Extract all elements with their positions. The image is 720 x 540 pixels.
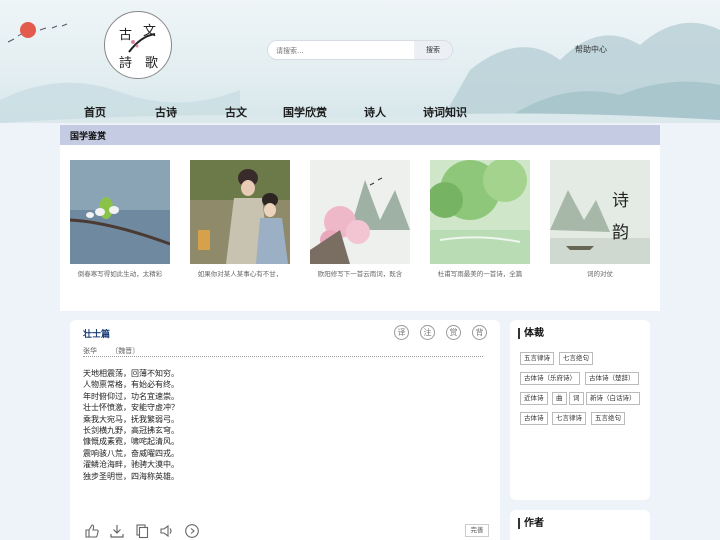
- site-header: 古 文 詩 歌 搜索 帮助中心 首页 古诗 古文 国学欣赏 诗人 诗词知识: [0, 0, 720, 123]
- article-caption[interactable]: 杜甫写雨最美的一首诗，全篇: [430, 268, 530, 278]
- poem-author[interactable]: 张华: [83, 347, 97, 355]
- nav-knowledge[interactable]: 诗词知识: [423, 104, 467, 120]
- poem-line: 慷慨成素霓，啸咤起清风。: [83, 437, 179, 447]
- download-icon[interactable]: [109, 523, 125, 539]
- article-thumbnail[interactable]: 诗 韵: [550, 160, 650, 264]
- poem-line: 壮士怀愤激，安能守虚冲？: [83, 403, 179, 413]
- panel-title: 国学鉴赏: [70, 132, 107, 142]
- genre-tag[interactable]: 古体诗（乐府诗）: [520, 372, 580, 385]
- article-caption[interactable]: 如果你对某人某事心有不甘，: [190, 268, 290, 278]
- recite-button[interactable]: 背: [472, 325, 487, 340]
- appreciate-button[interactable]: 赏: [446, 325, 461, 340]
- article-thumbnail[interactable]: [430, 160, 530, 264]
- poem-card: 壮士篇 译 注 赏 背 张华 〔魏晋〕 天地相震荡，回薄不知穷。 人物禀常格，有…: [70, 320, 500, 540]
- like-icon[interactable]: [84, 523, 100, 539]
- opera-figures-image: [190, 160, 290, 264]
- red-sun-decoration: [20, 22, 36, 38]
- genre-tag[interactable]: 五言律诗: [520, 352, 554, 365]
- article-caption[interactable]: 欧阳修写下一首云雨词，既含: [310, 268, 410, 278]
- article-thumbnail[interactable]: [190, 160, 290, 264]
- annotate-button[interactable]: 注: [420, 325, 435, 340]
- nav-poets[interactable]: 诗人: [364, 104, 386, 120]
- site-logo[interactable]: 古 文 詩 歌: [104, 11, 172, 79]
- brush-stroke-icon: [128, 33, 156, 53]
- translate-button[interactable]: 译: [394, 325, 409, 340]
- article-card[interactable]: 杜甫写雨最美的一首诗，全篇: [430, 160, 530, 278]
- search-button[interactable]: 搜索: [414, 41, 452, 59]
- poem-meta: 张华 〔魏晋〕: [83, 346, 139, 356]
- article-card[interactable]: 倒春寒写得如此生动，太精彩: [70, 160, 170, 278]
- image-overlay-text: 诗: [612, 191, 629, 211]
- play-icon[interactable]: [184, 523, 200, 539]
- image-overlay-text: 韵: [612, 223, 629, 243]
- genre-tag[interactable]: 七言绝句: [559, 352, 593, 365]
- poem-line: 人物禀常格，有始必有终。: [83, 380, 179, 390]
- genre-tag[interactable]: 曲: [552, 392, 567, 405]
- nav-poems[interactable]: 古诗: [155, 104, 177, 120]
- green-rain-image: [430, 160, 530, 264]
- poem-line: 震响骇八荒，奋威曜四戎。: [83, 448, 179, 458]
- article-thumbnail[interactable]: [70, 160, 170, 264]
- help-center-link[interactable]: 帮助中心: [575, 44, 607, 55]
- genre-tag[interactable]: 新诗（白话诗）: [586, 392, 640, 405]
- article-caption[interactable]: 词的对仗: [550, 268, 650, 278]
- poem-line: 独步圣明世，四海称英雄。: [83, 471, 179, 481]
- poem-line: 长剑横九野，高冠拂玄穹。: [83, 426, 179, 436]
- poem-title[interactable]: 壮士篇: [83, 327, 110, 340]
- genre-tag[interactable]: 五言绝句: [591, 412, 625, 425]
- article-thumbnail[interactable]: [310, 160, 410, 264]
- author-sidebar: 作者: [510, 510, 650, 540]
- genre-tag[interactable]: 七言律诗: [552, 412, 586, 425]
- poem-line: 天地相震荡，回薄不知穷。: [83, 369, 179, 378]
- article-card[interactable]: 如果你对某人某事心有不甘，: [190, 160, 290, 278]
- copy-icon[interactable]: [134, 523, 150, 539]
- poem-line: 濯鳞沧海畔，驰骋大漠中。: [83, 460, 179, 470]
- article-caption[interactable]: 倒春寒写得如此生动，太精彩: [70, 268, 170, 278]
- genre-tag[interactable]: 古体诗（楚辞）: [585, 372, 639, 385]
- nav-guoxue[interactable]: 国学欣赏: [283, 104, 327, 120]
- poem-line: 年时俯仰过，功名宜速崇。: [83, 391, 179, 401]
- panel-header: 国学鉴赏: [60, 125, 660, 145]
- audio-icon[interactable]: [159, 523, 175, 539]
- search-bar: 搜索: [267, 40, 453, 60]
- nav-prose[interactable]: 古文: [225, 104, 247, 120]
- article-card[interactable]: 诗 韵 词的对仗: [550, 160, 650, 278]
- sidebar-title: 体裁: [518, 328, 544, 339]
- poem-body: 天地相震荡，回薄不知穷。 人物禀常格，有始必有终。 年时俯仰过，功名宜速崇。 壮…: [83, 368, 179, 482]
- improve-button[interactable]: 完善: [465, 524, 489, 537]
- search-input[interactable]: [276, 43, 414, 58]
- genre-tag[interactable]: 近体诗: [520, 392, 548, 405]
- ink-mountain-image: [550, 160, 650, 264]
- sidebar-title: 作者: [518, 518, 544, 529]
- article-card[interactable]: 欧阳修写下一首云雨词，既含: [310, 160, 410, 278]
- divider: [83, 356, 483, 357]
- nav-home[interactable]: 首页: [84, 104, 106, 120]
- spring-branch-image: [70, 160, 170, 264]
- genre-tag[interactable]: 词: [569, 392, 584, 405]
- pavilion-blossom-image: [310, 160, 410, 264]
- genre-tag[interactable]: 古体诗: [520, 412, 548, 425]
- poem-line: 乘我大宛马，抚我繁弱弓。: [83, 414, 179, 424]
- poem-dynasty[interactable]: 〔魏晋〕: [111, 347, 139, 355]
- appreciation-panel: 国学鉴赏 倒春寒写得如此生动，太精彩 如果你对某人某事心有不甘， 欧阳修写下一首…: [60, 125, 660, 311]
- genre-sidebar: 体裁 五言律诗 七言绝句 古体诗（乐府诗） 古体诗（楚辞） 近体诗 曲 词 新诗…: [510, 320, 650, 500]
